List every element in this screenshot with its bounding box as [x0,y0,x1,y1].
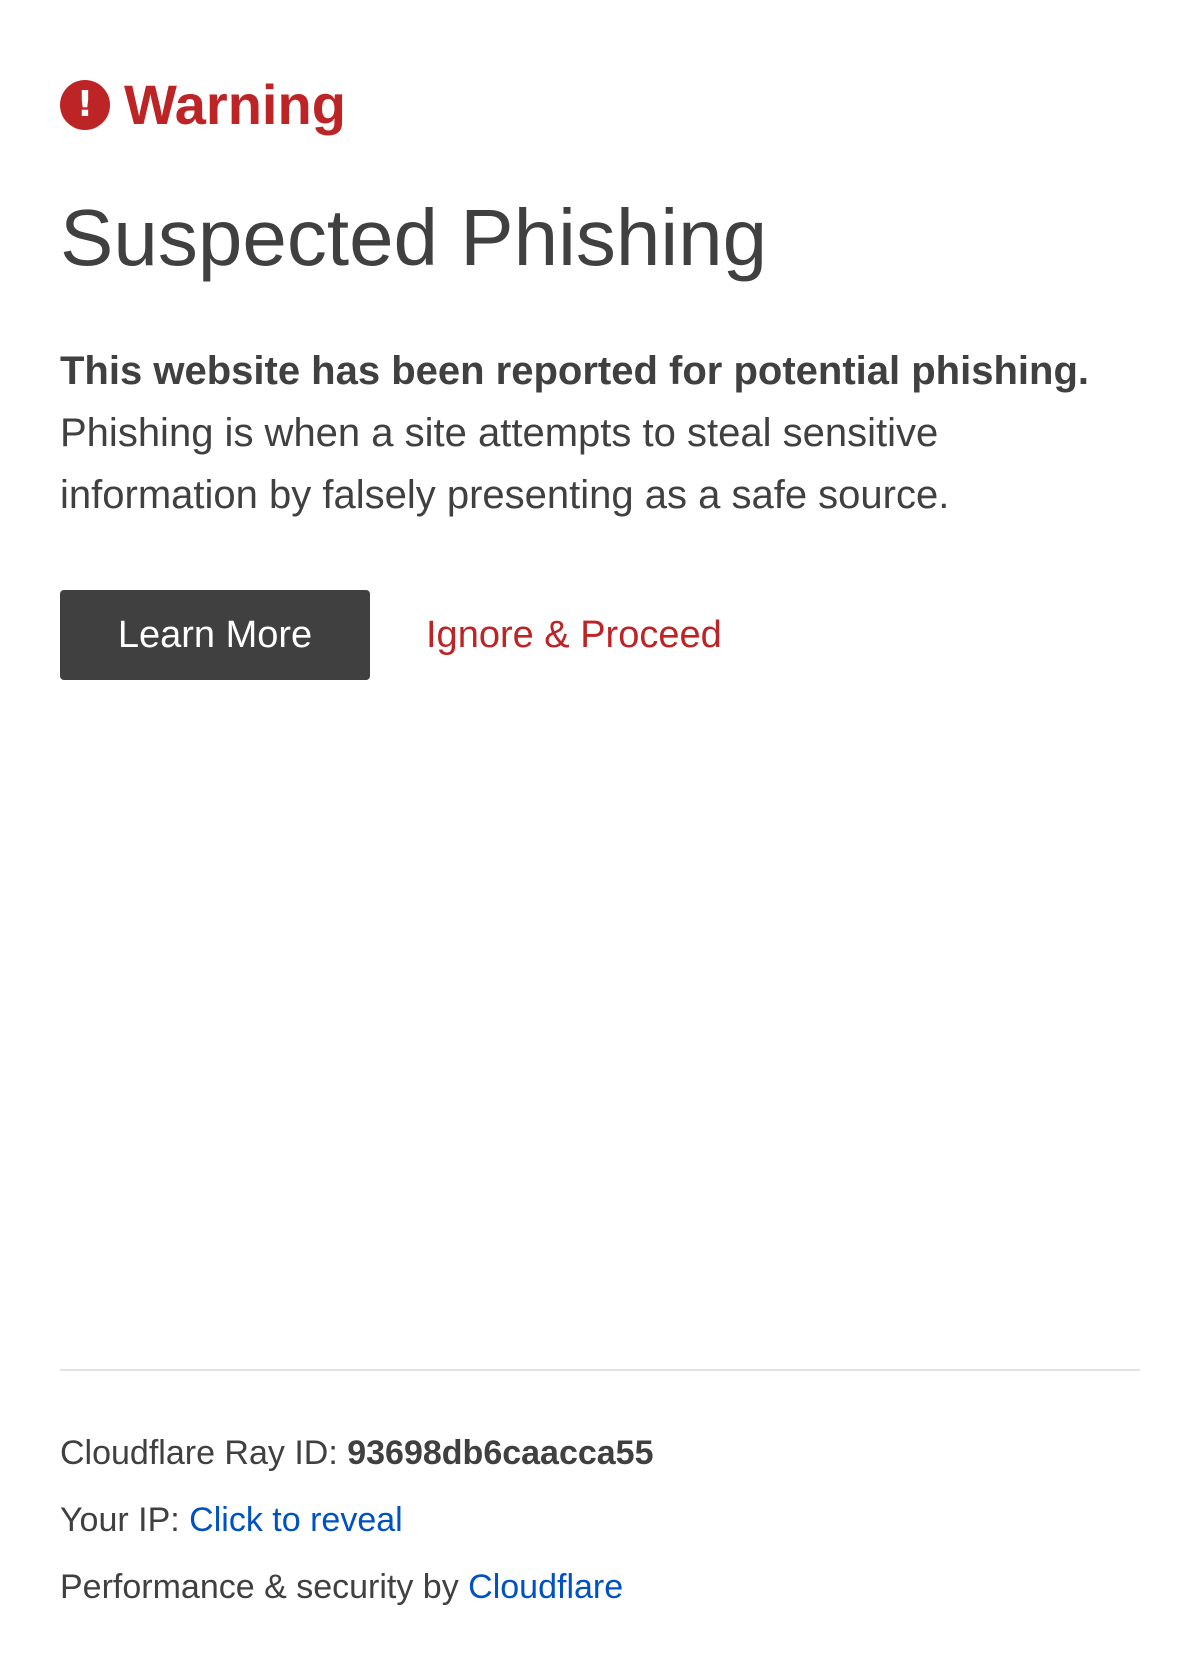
footer: Cloudflare Ray ID: 93698db6caacca55 Your… [60,1420,654,1621]
ray-id-line: Cloudflare Ray ID: 93698db6caacca55 [60,1420,654,1487]
performance-label: Performance & security by [60,1568,469,1606]
action-row: Learn More Ignore & Proceed [60,590,722,680]
exclamation-circle-icon: ! [60,80,110,130]
description-headline: This website has been reported for poten… [60,349,1090,393]
ignore-and-proceed-link[interactable]: Ignore & Proceed [426,614,722,657]
cloudflare-link[interactable]: Cloudflare [468,1568,623,1606]
ip-label: Your IP: [60,1501,190,1539]
page-title: Suspected Phishing [60,193,768,282]
footer-divider [60,1369,1140,1371]
ip-line: Your IP: Click to reveal [60,1487,654,1554]
learn-more-button[interactable]: Learn More [60,590,370,680]
performance-line: Performance & security by Cloudflare [60,1554,654,1621]
reveal-ip-link[interactable]: Click to reveal [189,1501,403,1539]
phishing-warning-page: ! Warning Suspected Phishing This websit… [60,0,1140,1659]
phishing-description: This website has been reported for poten… [60,340,1100,526]
ray-id-value: 93698db6caacca55 [347,1434,654,1472]
warning-header: ! Warning [60,72,346,138]
description-body: Phishing is when a site attempts to stea… [60,411,950,517]
warning-label: Warning [124,73,346,136]
ray-id-label: Cloudflare Ray ID: [60,1434,348,1472]
exclamation-glyph: ! [76,84,94,125]
